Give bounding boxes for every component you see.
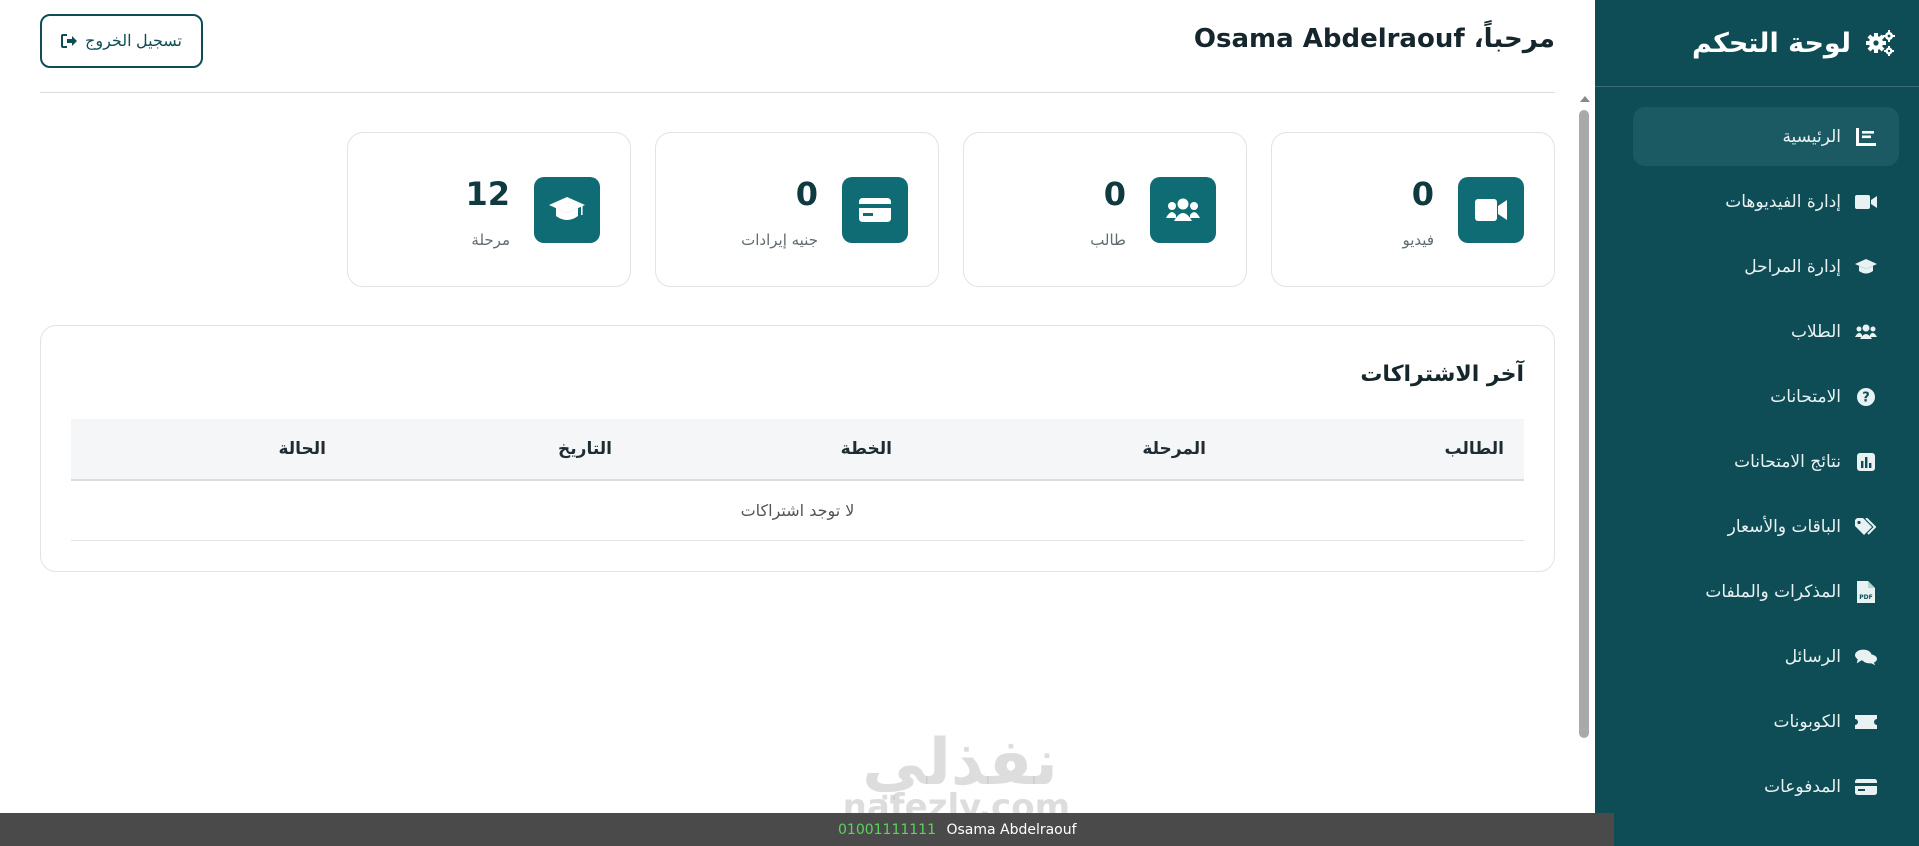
watermark: نفذلي nafezly.com	[843, 730, 1070, 824]
sidebar-item-home[interactable]: الرئيسية	[1633, 107, 1899, 166]
stat-card-videos: 0 فيديو	[1271, 132, 1555, 287]
svg-text:?: ?	[1862, 390, 1870, 405]
stat-value: 12	[465, 175, 510, 213]
sidebar: لوحة التحكم الرئيسية إدارة الفيديوهات إد…	[1595, 0, 1919, 846]
graduation-cap-icon	[1855, 256, 1877, 278]
sidebar-item-coupons[interactable]: الكوبونات	[1633, 692, 1899, 751]
column-header-stage: المرحلة	[1142, 439, 1206, 459]
sidebar-item-label: إدارة الفيديوهات	[1725, 191, 1841, 212]
main-content: مرحباً، Osama Abdelraouf تسجيل الخروج 0 …	[40, 0, 1555, 846]
pdf-file-icon: PDF	[1855, 580, 1877, 603]
sidebar-item-label: المدفوعات	[1764, 776, 1841, 797]
scroll-up-arrow-icon[interactable]	[1580, 96, 1590, 102]
sidebar-item-label: الكوبونات	[1773, 711, 1841, 732]
comments-icon	[1855, 646, 1877, 668]
stat-card-students: 0 طالب	[963, 132, 1247, 287]
video-icon	[1855, 191, 1877, 213]
card-title: آخر الاشتراكات	[1360, 362, 1524, 387]
sidebar-item-label: نتائج الامتحانات	[1734, 451, 1841, 472]
sidebar-item-payments[interactable]: المدفوعات	[1633, 757, 1899, 816]
sidebar-item-exam-results[interactable]: نتائج الامتحانات	[1633, 432, 1899, 491]
users-icon	[1150, 177, 1216, 243]
bottom-bar-phone: 01001111111	[838, 822, 936, 838]
bottom-bar-text: 01001111111 Osama Abdelraouf	[838, 822, 1077, 838]
sidebar-item-files[interactable]: PDF المذكرات والملفات	[1633, 562, 1899, 621]
sign-out-icon	[61, 34, 78, 48]
graduation-cap-icon	[534, 177, 600, 243]
sidebar-item-label: الباقات والأسعار	[1727, 516, 1841, 537]
credit-card-icon	[842, 177, 908, 243]
sidebar-item-label: المذكرات والملفات	[1705, 581, 1841, 602]
column-header-student: الطالب	[1444, 439, 1504, 459]
scrollbar-thumb[interactable]	[1579, 110, 1589, 738]
stat-label: طالب	[1090, 231, 1126, 249]
sidebar-item-exams[interactable]: ? الامتحانات	[1633, 367, 1899, 426]
empty-state-text: لا توجد اشتراكات	[740, 501, 855, 520]
tags-icon	[1855, 516, 1877, 538]
question-circle-icon: ?	[1855, 386, 1877, 408]
ticket-icon	[1855, 711, 1877, 733]
stats-row: 0 فيديو 0 طالب 0 جنيه إيرادات 12 مرحلة	[40, 132, 1555, 287]
sidebar-item-label: إدارة المراحل	[1744, 256, 1841, 277]
sidebar-item-label: الامتحانات	[1770, 386, 1841, 407]
logout-button[interactable]: تسجيل الخروج	[40, 14, 203, 68]
stat-label: فيديو	[1402, 231, 1435, 249]
table-empty-row: لا توجد اشتراكات	[71, 481, 1524, 541]
sidebar-title: لوحة التحكم	[1691, 27, 1851, 59]
app-root: لوحة التحكم الرئيسية إدارة الفيديوهات إد…	[0, 0, 1919, 846]
logout-label: تسجيل الخروج	[85, 33, 182, 50]
svg-text:PDF: PDF	[1859, 594, 1872, 601]
stat-card-revenue: 0 جنيه إيرادات	[655, 132, 939, 287]
stat-card-stages: 12 مرحلة	[347, 132, 631, 287]
column-header-status: الحالة	[278, 439, 326, 459]
sidebar-item-label: الرسائل	[1784, 646, 1841, 667]
sidebar-item-stages[interactable]: إدارة المراحل	[1633, 237, 1899, 296]
users-icon	[1855, 321, 1877, 343]
column-header-date: التاريخ	[558, 439, 612, 459]
sidebar-item-students[interactable]: الطلاب	[1633, 302, 1899, 361]
sidebar-item-packages[interactable]: الباقات والأسعار	[1633, 497, 1899, 556]
stat-label: جنيه إيرادات	[741, 231, 818, 249]
sidebar-divider	[1595, 86, 1919, 87]
sidebar-item-label: الرئيسية	[1782, 126, 1841, 147]
stat-label: مرحلة	[471, 231, 510, 249]
bottom-bar-name: Osama Abdelraouf	[946, 822, 1077, 838]
stat-value: 0	[1103, 175, 1126, 213]
sidebar-item-videos[interactable]: إدارة الفيديوهات	[1633, 172, 1899, 231]
column-header-plan: الخطة	[840, 439, 892, 459]
table-header: الطالب المرحلة الخطة التاريخ الحالة	[71, 419, 1524, 481]
sidebar-header: لوحة التحكم	[1595, 0, 1919, 86]
gears-icon	[1866, 30, 1895, 56]
sidebar-item-messages[interactable]: الرسائل	[1633, 627, 1899, 686]
bottom-overlay-bar: 01001111111 Osama Abdelraouf	[0, 813, 1614, 846]
stat-value: 0	[1411, 175, 1434, 213]
credit-card-icon	[1855, 776, 1877, 798]
dashboard-icon	[1855, 126, 1877, 148]
page-scrollbar[interactable]	[1575, 96, 1595, 746]
subscriptions-table: الطالب المرحلة الخطة التاريخ الحالة لا ت…	[71, 419, 1524, 541]
stat-value: 0	[795, 175, 818, 213]
sidebar-item-label: الطلاب	[1791, 321, 1841, 342]
video-icon	[1458, 177, 1524, 243]
top-bar: مرحباً، Osama Abdelraouf تسجيل الخروج	[40, 0, 1555, 93]
page-greeting: مرحباً، Osama Abdelraouf	[1193, 24, 1555, 54]
latest-subscriptions-card: آخر الاشتراكات الطالب المرحلة الخطة التا…	[40, 325, 1555, 572]
sidebar-nav: الرئيسية إدارة الفيديوهات إدارة المراحل …	[1633, 107, 1899, 822]
chart-bar-icon	[1855, 451, 1877, 473]
